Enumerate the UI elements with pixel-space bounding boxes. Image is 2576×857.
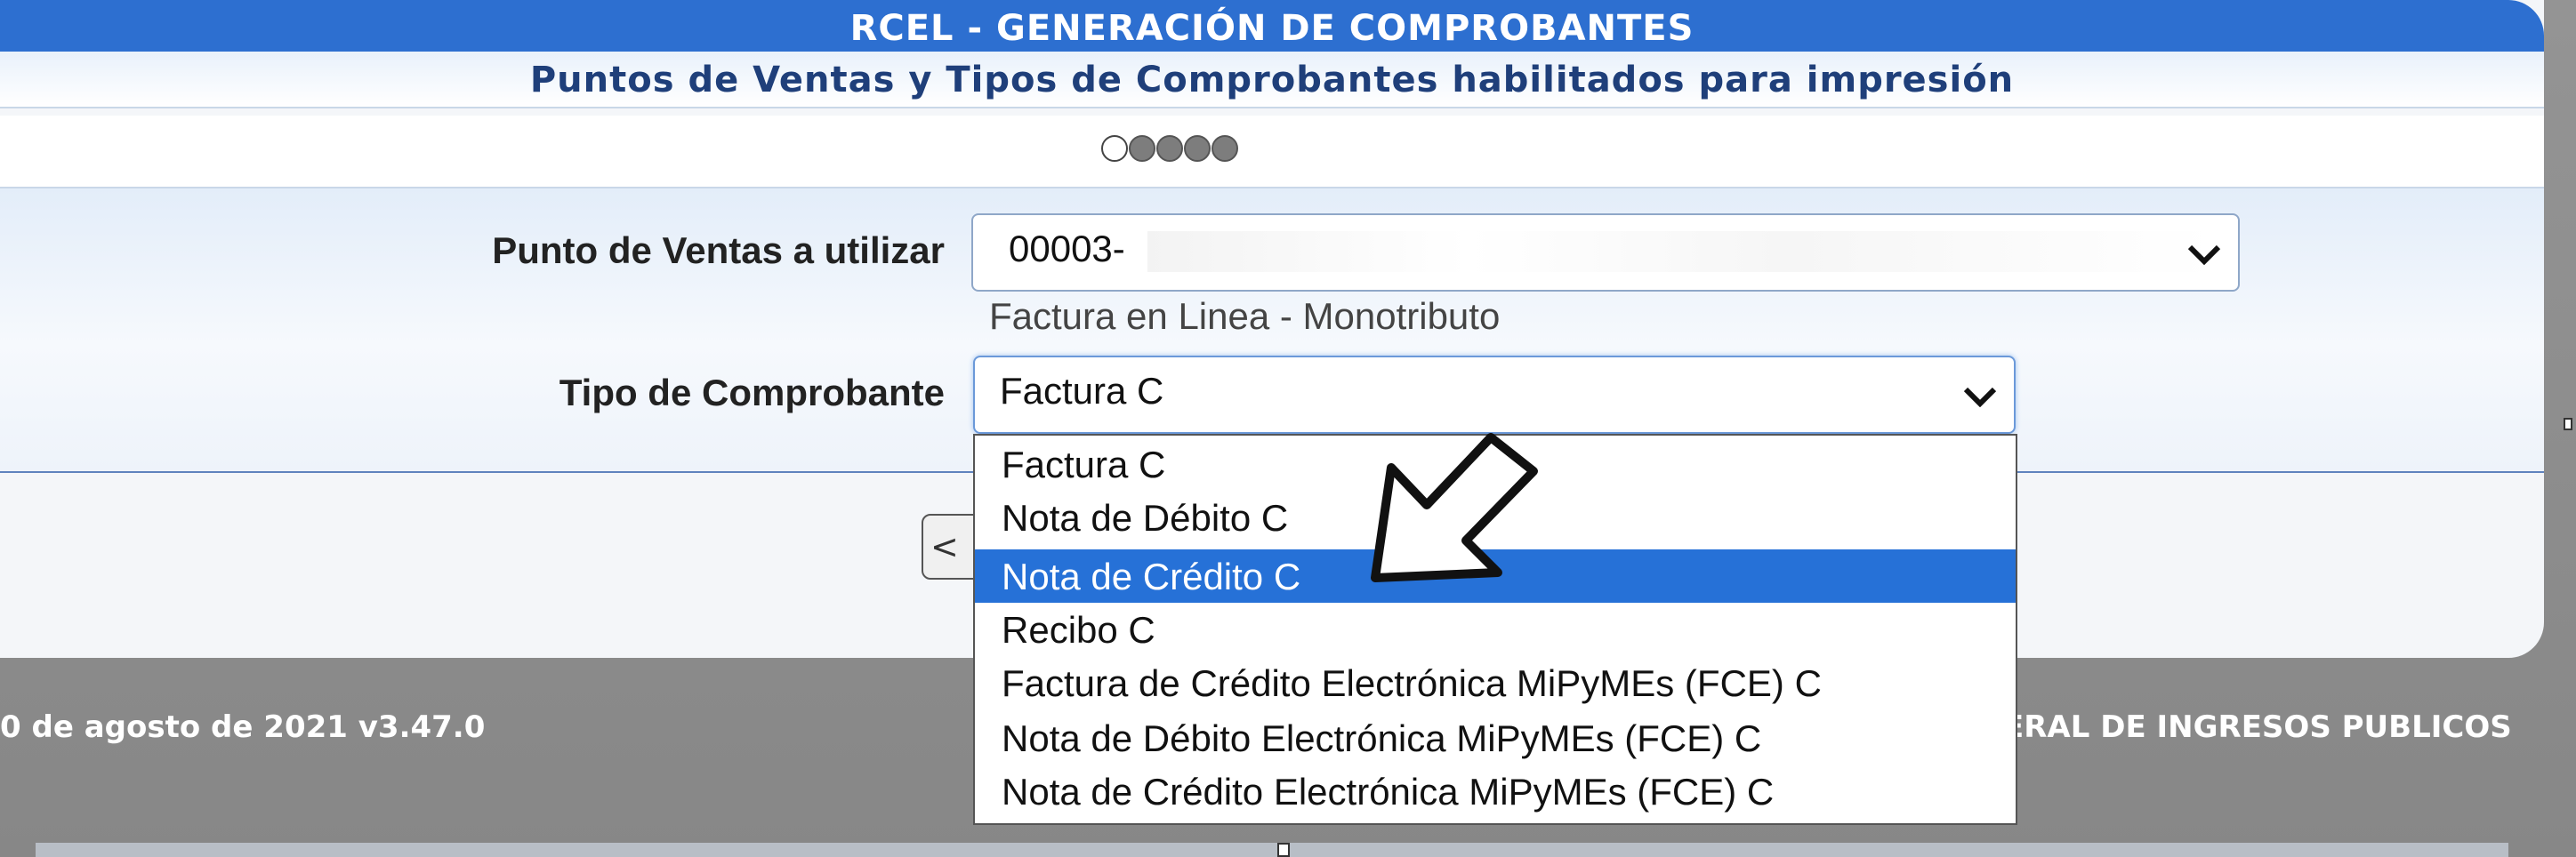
chevron-down-icon bbox=[1963, 387, 1997, 407]
step-dot-current bbox=[1101, 135, 1128, 162]
dropdown-option[interactable]: Nota de Débito Electrónica MiPyMEs (FCE)… bbox=[975, 711, 2016, 765]
wizard-steps-row bbox=[0, 116, 2544, 188]
page-title: RCEL - GENERACIÓN DE COMPROBANTES bbox=[0, 0, 2544, 52]
wizard-steps bbox=[1101, 135, 1238, 162]
tipo-de-comprobante-label: Tipo de Comprobante bbox=[559, 372, 945, 413]
redacted-text bbox=[1147, 231, 2215, 272]
bottom-strip bbox=[36, 843, 2508, 857]
dropdown-option[interactable]: Nota de Crédito Electrónica MiPyMEs (FCE… bbox=[975, 765, 2016, 818]
resize-handle bbox=[2564, 418, 2572, 430]
footer-version: 0 de agosto de 2021 v3.47.0 bbox=[0, 709, 486, 745]
step-dot bbox=[1212, 135, 1238, 162]
resize-handle bbox=[1277, 843, 1290, 857]
step-dot bbox=[1184, 135, 1211, 162]
footer-organization: ERAL DE INGRESOS PUBLICOS bbox=[2003, 709, 2512, 745]
punto-de-ventas-label: Punto de Ventas a utilizar bbox=[492, 229, 945, 271]
punto-de-ventas-value: 00003- bbox=[1009, 228, 1125, 269]
dropdown-option[interactable]: Factura de Crédito Electrónica MiPyMEs (… bbox=[975, 656, 2016, 709]
dropdown-option[interactable]: Recibo C bbox=[975, 603, 2016, 656]
step-dot bbox=[1156, 135, 1183, 162]
tipo-de-comprobante-select[interactable]: Factura C bbox=[973, 356, 2016, 434]
punto-de-ventas-select[interactable]: 00003- bbox=[971, 213, 2240, 292]
tipo-de-comprobante-value: Factura C bbox=[1000, 370, 1164, 412]
step-dot bbox=[1129, 135, 1155, 162]
page-subtitle: Puntos de Ventas y Tipos de Comprobantes… bbox=[0, 52, 2544, 108]
chevron-down-icon bbox=[2187, 244, 2221, 265]
pointer-arrow-icon bbox=[1371, 433, 1538, 582]
punto-de-ventas-info: Factura en Linea - Monotributo bbox=[989, 295, 1501, 337]
